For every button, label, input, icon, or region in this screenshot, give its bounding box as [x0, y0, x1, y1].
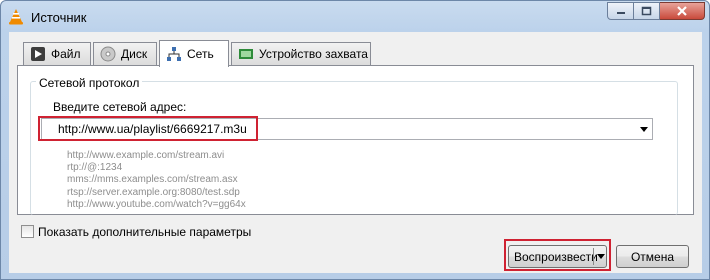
example-address: rtp://@:1234	[67, 162, 123, 174]
tab-disc[interactable]: Диск	[93, 42, 157, 65]
maximize-button[interactable]	[634, 2, 660, 20]
close-button[interactable]	[660, 2, 705, 20]
play-options-arrow-icon[interactable]	[597, 254, 605, 259]
tab-disc-label: Диск	[121, 47, 148, 61]
example-address: http://www.example.com/stream.avi	[67, 150, 225, 161]
tab-file[interactable]: Файл	[23, 42, 91, 65]
tab-network[interactable]: Сеть	[159, 40, 229, 67]
network-protocol-group-title: Сетевой протокол	[36, 76, 143, 90]
capture-device-icon	[239, 49, 253, 59]
tab-capture-device[interactable]: Устройство захвата	[231, 42, 371, 65]
maximize-icon	[641, 6, 652, 16]
example-address: rtsp://server.example.org:8080/test.sdp	[67, 186, 240, 198]
vlc-cone-icon	[9, 9, 23, 25]
tab-capture-device-label: Устройство захвата	[259, 47, 368, 61]
minimize-button[interactable]	[607, 2, 634, 20]
disc-icon	[100, 46, 116, 62]
cancel-button-label: Отмена	[630, 249, 675, 264]
show-more-options-label[interactable]: Показать дополнительные параметры	[38, 225, 251, 239]
play-button[interactable]: Воспроизвести	[508, 245, 607, 268]
title-bar[interactable]: Источник	[1, 1, 709, 33]
window-title: Источник	[31, 10, 87, 25]
example-address: http://www.youtube.com/watch?v=gg64x	[67, 198, 246, 210]
file-play-icon	[31, 47, 45, 61]
show-more-options-checkbox[interactable]	[21, 225, 34, 238]
tab-file-label: Файл	[51, 47, 81, 61]
address-examples: http://www.example.com/stream.avi rtp://…	[67, 150, 246, 211]
play-button-label[interactable]: Воспроизвести	[514, 250, 598, 264]
network-address-label: Введите сетевой адрес:	[53, 100, 187, 114]
dropdown-arrow-icon[interactable]	[640, 127, 648, 132]
network-icon	[167, 47, 181, 61]
split-separator	[593, 248, 594, 265]
close-icon	[677, 6, 687, 16]
caption-buttons	[607, 2, 705, 20]
example-address: mms://mms.examples.com/stream.asx	[67, 174, 238, 186]
minimize-icon	[616, 12, 625, 14]
network-address-combobox[interactable]: http://www.ua/playlist/6669217.m3u	[41, 118, 653, 140]
cancel-button[interactable]: Отмена	[616, 245, 689, 268]
network-address-value[interactable]: http://www.ua/playlist/6669217.m3u	[58, 122, 247, 136]
tab-network-label: Сеть	[187, 47, 214, 61]
